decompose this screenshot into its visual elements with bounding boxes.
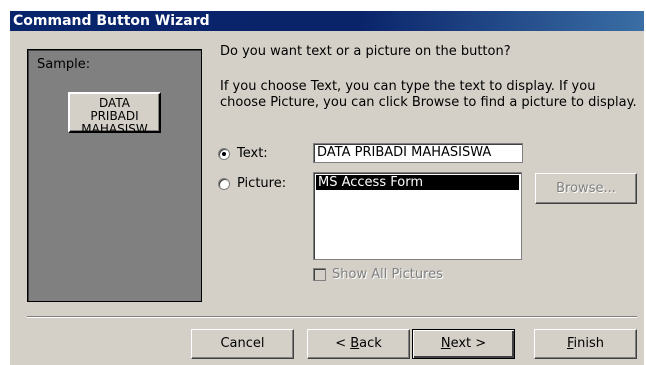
command-button-wizard-dialog: Command Button Wizard Sample: DATA PRIBA… xyxy=(10,11,644,365)
sample-label: Sample: xyxy=(37,57,91,72)
back-label-rest: ack xyxy=(359,336,382,351)
text-option[interactable]: Text: xyxy=(218,146,268,161)
show-all-pictures-option[interactable]: Show All Pictures xyxy=(313,267,443,282)
back-access-key: B xyxy=(350,336,360,351)
cancel-button-label: Cancel xyxy=(220,336,265,351)
next-button[interactable]: Next > xyxy=(412,329,515,359)
text-radio-label: Text: xyxy=(237,146,268,161)
sample-button-preview: DATA PRIBADI MAHASISWA xyxy=(68,92,161,133)
finish-label-rest: inish xyxy=(573,336,605,351)
show-all-pictures-checkbox[interactable] xyxy=(313,268,326,281)
show-all-pictures-label: Show All Pictures xyxy=(332,267,443,282)
text-radio[interactable] xyxy=(218,147,230,160)
picture-radio-label: Picture: xyxy=(237,176,287,191)
cancel-button[interactable]: Cancel xyxy=(191,329,294,359)
button-text-field[interactable]: DATA PRIBADI MAHASISWA xyxy=(313,143,523,163)
question-text: Do you want text or a picture on the but… xyxy=(220,44,511,59)
picture-radio[interactable] xyxy=(218,177,230,190)
picture-option[interactable]: Picture: xyxy=(218,176,286,191)
window-title: Command Button Wizard xyxy=(13,13,210,29)
finish-button[interactable]: Finish xyxy=(534,329,637,359)
sample-button-text: DATA PRIBADI MAHASISWA xyxy=(81,96,148,133)
next-access-key: N xyxy=(440,336,451,351)
sample-preview-panel: Sample: DATA PRIBADI MAHASISWA xyxy=(27,49,202,302)
next-label-rest: ext > xyxy=(450,336,487,351)
picture-list[interactable]: MS Access Form xyxy=(313,172,522,260)
instructions-text: If you choose Text, you can type the tex… xyxy=(220,79,637,110)
browse-button[interactable]: Browse... xyxy=(535,173,637,204)
button-separator xyxy=(27,316,637,318)
picture-list-item[interactable]: MS Access Form xyxy=(316,175,519,190)
title-bar: Command Button Wizard xyxy=(10,11,644,31)
back-button[interactable]: < Back xyxy=(307,329,410,359)
back-prefix: < xyxy=(335,336,351,351)
